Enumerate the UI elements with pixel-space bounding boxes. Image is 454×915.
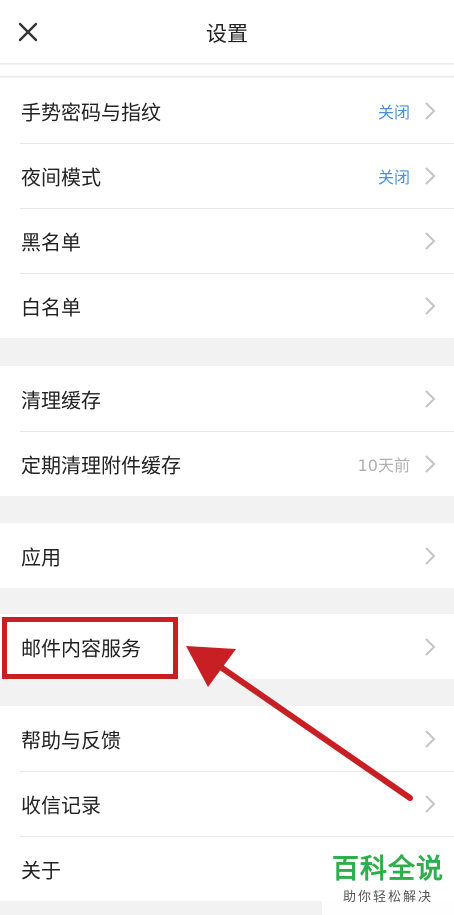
- row-label: 收信记录: [21, 793, 101, 817]
- watermark-logo: 百科全说 助你轻松解决: [322, 850, 454, 915]
- setting-apps[interactable]: 应用: [0, 523, 454, 588]
- setting-receive-log[interactable]: 收信记录: [0, 771, 454, 836]
- chevron-right-icon: [425, 101, 436, 120]
- setting-gesture-password[interactable]: 手势密码与指纹 关闭: [0, 78, 454, 143]
- status-value: 10天前: [357, 455, 410, 475]
- top-bar: 设置: [0, 0, 454, 64]
- chevron-right-icon: [425, 729, 436, 748]
- row-label: 帮助与反馈: [21, 728, 121, 752]
- row-label: 清理缓存: [21, 388, 101, 412]
- chevron-right-icon: [425, 637, 436, 656]
- setting-blacklist[interactable]: 黑名单: [0, 208, 454, 273]
- setting-clear-cache[interactable]: 清理缓存: [0, 366, 454, 431]
- setting-help-feedback[interactable]: 帮助与反馈: [0, 706, 454, 771]
- status-value: 关闭: [377, 167, 410, 187]
- watermark-subtitle: 助你轻松解决: [342, 890, 433, 905]
- setting-auto-clear-attachments[interactable]: 定期清理附件缓存 10天前: [0, 431, 454, 496]
- chevron-right-icon: [425, 454, 436, 473]
- settings-group-cache: 清理缓存 定期清理附件缓存 10天前: [0, 366, 454, 496]
- setting-mail-content-service[interactable]: 邮件内容服务: [0, 614, 454, 679]
- row-label: 黑名单: [21, 230, 81, 254]
- top-strip: [0, 65, 454, 77]
- row-label: 手势密码与指纹: [21, 100, 161, 124]
- watermark-title: 百科全说: [332, 854, 444, 885]
- row-label: 邮件内容服务: [21, 636, 141, 660]
- settings-group-apps: 应用: [0, 523, 454, 588]
- row-label: 定期清理附件缓存: [21, 453, 181, 477]
- settings-group-security: 手势密码与指纹 关闭 夜间模式 关闭 黑名单 白名单: [0, 78, 454, 338]
- row-label: 白名单: [21, 295, 81, 319]
- chevron-right-icon: [425, 389, 436, 408]
- setting-whitelist[interactable]: 白名单: [0, 273, 454, 338]
- row-label: 关于: [21, 858, 61, 882]
- chevron-right-icon: [425, 296, 436, 315]
- page-title: 设置: [206, 22, 248, 46]
- status-value: 关闭: [377, 102, 410, 122]
- setting-night-mode[interactable]: 夜间模式 关闭: [0, 143, 454, 208]
- row-label: 夜间模式: [21, 165, 101, 189]
- chevron-right-icon: [425, 546, 436, 565]
- chevron-right-icon: [425, 231, 436, 250]
- row-label: 应用: [21, 545, 61, 569]
- chevron-right-icon: [425, 794, 436, 813]
- settings-group-mail-service: 邮件内容服务: [0, 614, 454, 679]
- chevron-right-icon: [425, 166, 436, 185]
